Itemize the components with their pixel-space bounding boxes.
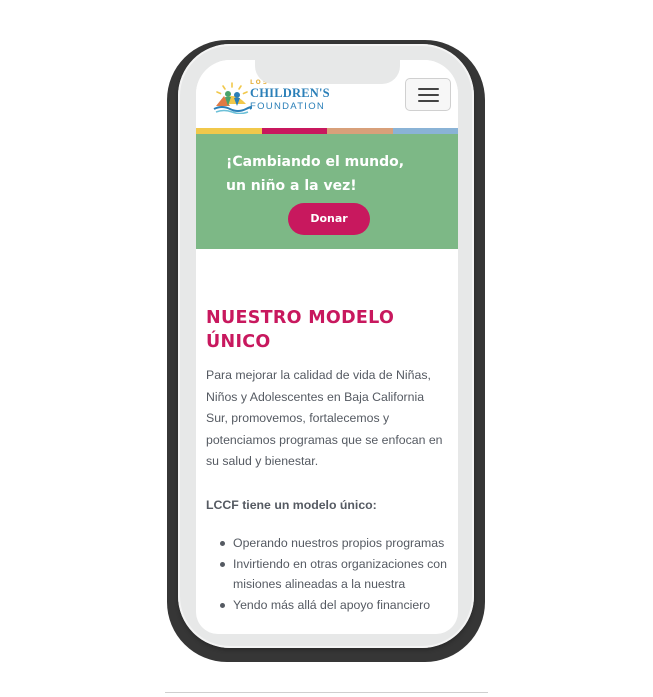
hero-banner: ¡Cambiando el mundo, un niño a la vez! D… [196, 134, 458, 249]
model-bullet-list: Operando nuestros propios programas Invi… [214, 533, 454, 615]
hamburger-menu-icon[interactable] [405, 78, 451, 111]
hero-title-line-1: ¡Cambiando el mundo, [226, 154, 405, 170]
donate-button[interactable]: Donar [288, 203, 370, 235]
logo-main-text: CHILDREN'S [250, 86, 330, 100]
list-item: Invirtiendo en otras organizaciones con … [214, 554, 454, 595]
section-title-line-2: ÚNICO [206, 332, 271, 352]
phone-screen: LOS CABOS CHILDREN'S FOUNDATION ¡Cambian… [196, 60, 458, 634]
site-logo[interactable]: LOS CABOS CHILDREN'S FOUNDATION [212, 79, 332, 118]
menu-bar [418, 94, 439, 96]
hero-title: ¡Cambiando el mundo, un niño a la vez! [226, 150, 441, 198]
floor-line [165, 692, 488, 693]
intro-paragraph: Para mejorar la calidad de vida de Niñas… [206, 368, 443, 468]
model-subheading: LCCF tiene un modelo único: [206, 498, 377, 512]
logo-sun-kids-icon [213, 82, 252, 114]
menu-bar [418, 88, 439, 90]
logo-sub-text: FOUNDATION [250, 101, 326, 112]
hero-title-line-2: un niño a la vez! [226, 178, 357, 194]
mockup-stage: LOS CABOS CHILDREN'S FOUNDATION ¡Cambian… [0, 0, 653, 697]
menu-bar [418, 100, 439, 102]
section-title: NUESTRO MODELO ÚNICO [206, 306, 446, 354]
list-item: Yendo más allá del apoyo financiero [214, 595, 454, 616]
phone-notch [255, 60, 400, 84]
section-title-line-1: NUESTRO MODELO [206, 308, 395, 328]
list-item: Operando nuestros propios programas [214, 533, 454, 554]
